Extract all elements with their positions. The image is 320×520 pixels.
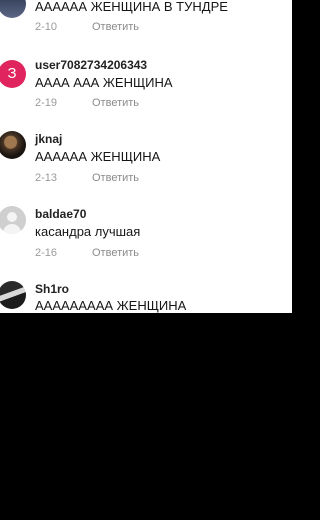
comment-date: 2-13 bbox=[35, 172, 58, 184]
comments-panel: АААААА ЖЕНЩИНА В ТУНДРЕ 2-10 Ответить З … bbox=[0, 0, 292, 313]
comment-username[interactable]: Sh1ro bbox=[35, 282, 69, 296]
reply-button[interactable]: Ответить bbox=[92, 247, 139, 259]
comment-username[interactable]: user7082734206343 bbox=[35, 58, 147, 72]
default-avatar-icon[interactable] bbox=[0, 206, 26, 234]
comment-text: АААААА ЖЕНЩИНА В ТУНДРЕ bbox=[35, 0, 228, 14]
avatar-image-icon[interactable] bbox=[0, 0, 26, 18]
reply-button[interactable]: Ответить bbox=[92, 172, 139, 184]
comment-text: АААА ААА ЖЕНЩИНА bbox=[35, 75, 173, 90]
avatar-photo-icon[interactable] bbox=[0, 131, 26, 159]
comment-username[interactable]: jknaj bbox=[35, 132, 62, 146]
comment-text: ААААААААА ЖЕНЩИНА bbox=[35, 298, 187, 313]
comment-date: 2-19 bbox=[35, 97, 58, 109]
anime-avatar-icon[interactable] bbox=[0, 281, 26, 309]
reply-button[interactable]: Ответить bbox=[92, 97, 139, 109]
comment-username[interactable]: baldae70 bbox=[35, 207, 86, 221]
comment-date: 2-16 bbox=[35, 247, 58, 259]
comment-date: 2-10 bbox=[35, 21, 58, 33]
reply-button[interactable]: Ответить bbox=[92, 21, 139, 33]
comment-text: АААААА ЖЕНЩИНА bbox=[35, 149, 161, 164]
comment-text: касандра лучшая bbox=[35, 224, 141, 239]
black-area bbox=[0, 313, 292, 520]
avatar[interactable]: З bbox=[0, 60, 26, 88]
